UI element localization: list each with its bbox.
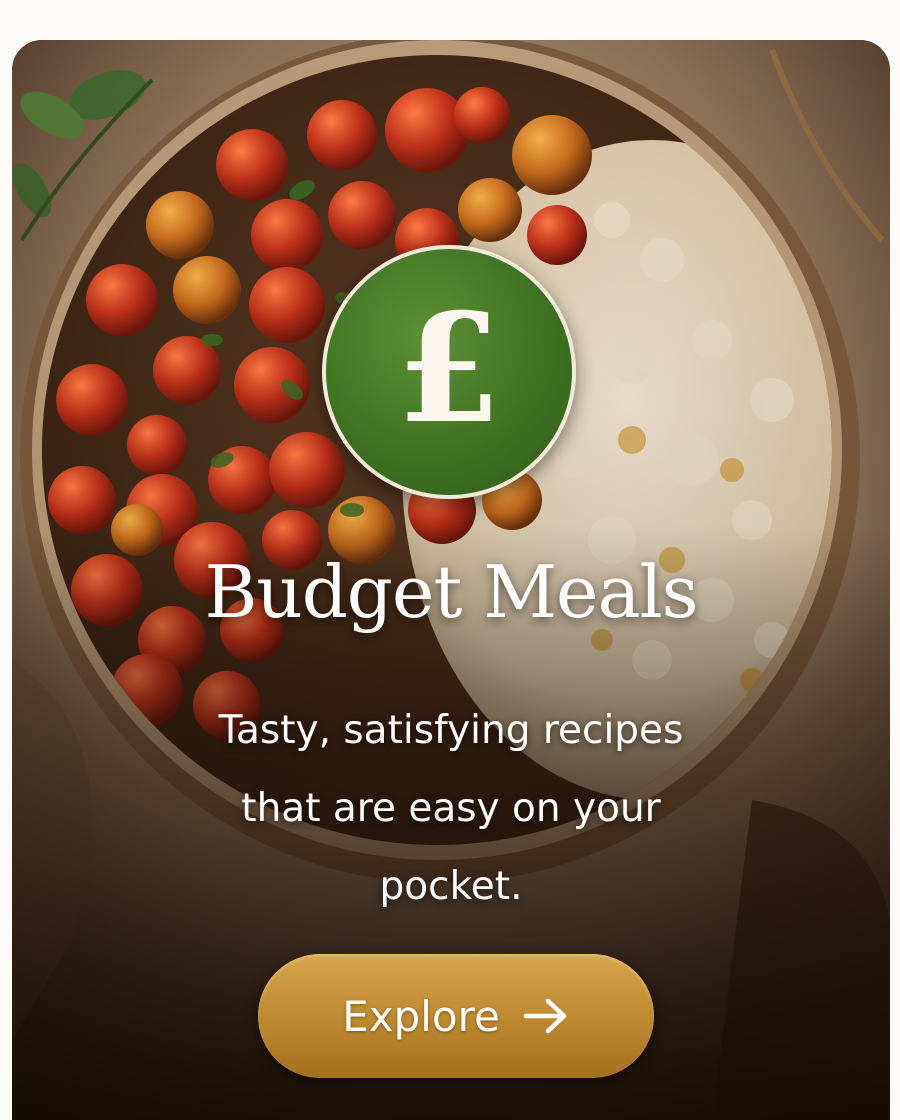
card-subtitle: Tasty, satisfying recipes that are easy … — [218, 708, 684, 909]
budget-meals-card[interactable]: £ Budget Meals Tasty, satisfying recipes… — [12, 40, 890, 1120]
explore-button-label: Explore — [342, 991, 500, 1041]
arrow-right-icon — [523, 998, 567, 1034]
card-title: Budget Meals — [204, 550, 698, 634]
pound-symbol: £ — [396, 281, 502, 457]
explore-button[interactable]: Explore — [258, 954, 654, 1078]
pound-sterling-icon: £ — [322, 245, 576, 499]
